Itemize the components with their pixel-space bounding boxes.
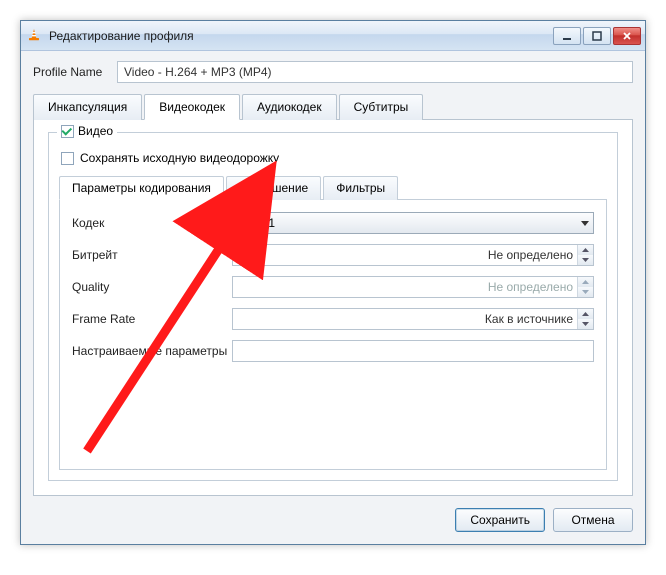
video-enable-legend[interactable]: Видео [57, 124, 117, 138]
framerate-spin-buttons[interactable] [577, 309, 593, 329]
save-button[interactable]: Сохранить [455, 508, 545, 532]
videocodec-page: Видео Сохранять исходную видеодорожку Па… [33, 120, 633, 496]
close-button[interactable] [613, 27, 641, 45]
window-title: Редактирование профиля [49, 29, 553, 43]
main-tabstrip: Инкапсуляция Видеокодек Аудиокодек Субти… [33, 93, 633, 120]
bitrate-spin[interactable]: Не определено [232, 244, 594, 266]
encoding-params-page: Кодек WMV1 Битрейт Не определено [59, 200, 607, 470]
chevron-down-icon [581, 221, 589, 226]
framerate-spin[interactable]: Как в источнике [232, 308, 594, 330]
video-enable-label: Видео [78, 124, 113, 138]
keep-original-checkbox[interactable] [61, 152, 74, 165]
profile-name-row: Profile Name [33, 61, 633, 83]
profile-name-label: Profile Name [33, 65, 117, 79]
tab-audiocodec[interactable]: Аудиокодек [242, 94, 337, 120]
titlebar[interactable]: Редактирование профиля [21, 21, 645, 51]
cancel-button[interactable]: Отмена [553, 508, 633, 532]
custom-row: Настраиваемые параметры [72, 340, 594, 362]
bitrate-label: Битрейт [72, 248, 232, 262]
quality-spin-buttons [577, 277, 593, 297]
codec-combo[interactable]: WMV1 [232, 212, 594, 234]
framerate-value: Как в источнике [239, 312, 577, 326]
dialog-window: Редактирование профиля Profile Name Инка… [20, 20, 646, 545]
video-enable-checkbox[interactable] [61, 125, 74, 138]
spin-up-icon[interactable] [578, 245, 593, 255]
spin-down-icon [578, 287, 593, 297]
codec-row: Кодек WMV1 [72, 212, 594, 234]
dialog-buttons: Сохранить Отмена [33, 508, 633, 532]
bitrate-spin-buttons[interactable] [577, 245, 593, 265]
codec-value: WMV1 [239, 216, 275, 230]
spin-up-icon[interactable] [578, 309, 593, 319]
video-fieldset: Видео Сохранять исходную видеодорожку Па… [48, 132, 618, 481]
client-area: Profile Name Инкапсуляция Видеокодек Ауд… [21, 51, 645, 544]
quality-spin: Не определено [232, 276, 594, 298]
tab-encapsulation[interactable]: Инкапсуляция [33, 94, 142, 120]
tab-videocodec[interactable]: Видеокодек [144, 94, 240, 120]
custom-label: Настраиваемые параметры [72, 344, 232, 358]
vlc-cone-icon [27, 28, 43, 44]
quality-value: Не определено [239, 280, 577, 294]
window-buttons [553, 27, 641, 45]
framerate-label: Frame Rate [72, 312, 232, 326]
framerate-row: Frame Rate Как в источнике [72, 308, 594, 330]
maximize-button[interactable] [583, 27, 611, 45]
bitrate-value: Не определено [239, 248, 577, 262]
bitrate-row: Битрейт Не определено [72, 244, 594, 266]
subtab-encoding-params[interactable]: Параметры кодирования [59, 176, 224, 200]
sub-tabstrip: Параметры кодирования Разрешение Фильтры [59, 175, 607, 200]
custom-input[interactable] [232, 340, 594, 362]
quality-label: Quality [72, 280, 232, 294]
codec-label: Кодек [72, 216, 232, 230]
subtab-filters[interactable]: Фильтры [323, 176, 398, 200]
spin-down-icon[interactable] [578, 255, 593, 265]
tab-subtitles[interactable]: Субтитры [339, 94, 424, 120]
profile-name-input[interactable] [117, 61, 633, 83]
minimize-button[interactable] [553, 27, 581, 45]
spin-up-icon [578, 277, 593, 287]
keep-original-label: Сохранять исходную видеодорожку [80, 151, 279, 165]
quality-row: Quality Не определено [72, 276, 594, 298]
keep-original-row[interactable]: Сохранять исходную видеодорожку [61, 151, 607, 165]
spin-down-icon[interactable] [578, 319, 593, 329]
subtab-resolution[interactable]: Разрешение [226, 176, 321, 200]
